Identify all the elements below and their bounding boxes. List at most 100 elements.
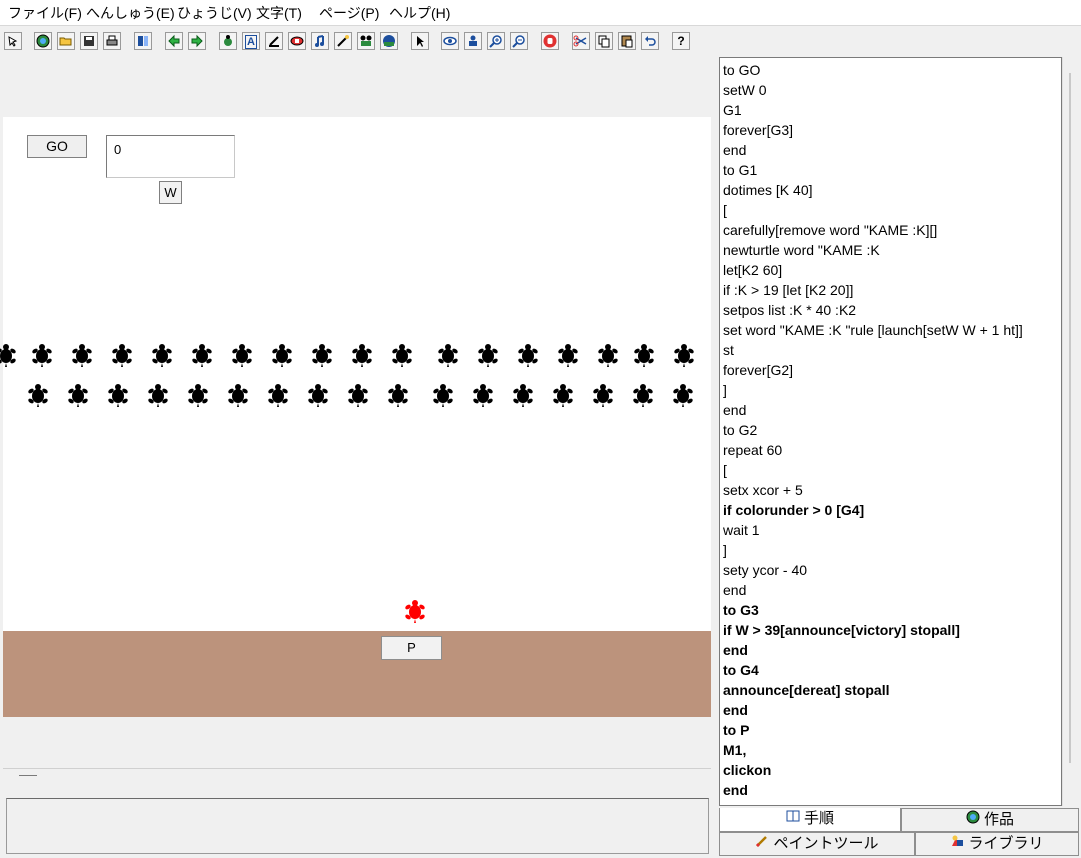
magic-wand-icon[interactable] bbox=[334, 32, 352, 50]
enemy-turtle[interactable] bbox=[632, 342, 656, 373]
enemy-turtle[interactable] bbox=[672, 342, 696, 373]
enemy-turtle[interactable] bbox=[511, 382, 535, 413]
procedures-scrollbar[interactable] bbox=[1062, 57, 1080, 806]
procedure-line[interactable]: [ bbox=[723, 202, 727, 218]
enemy-turtle[interactable] bbox=[110, 342, 134, 373]
print-icon[interactable] bbox=[103, 32, 121, 50]
enemy-turtle[interactable] bbox=[591, 382, 615, 413]
enemy-turtle[interactable] bbox=[386, 382, 410, 413]
procedure-line[interactable]: to GO bbox=[723, 62, 760, 78]
procedure-line[interactable]: forever[G2] bbox=[723, 362, 793, 378]
procedure-line[interactable]: to G2 bbox=[723, 422, 757, 438]
enemy-turtle[interactable] bbox=[551, 382, 575, 413]
procedure-line[interactable]: setW 0 bbox=[723, 82, 767, 98]
procedure-line[interactable]: end bbox=[723, 142, 746, 158]
pointer-small-icon[interactable] bbox=[4, 32, 22, 50]
procedure-line[interactable]: dotimes [K 40] bbox=[723, 182, 813, 198]
enemy-turtle[interactable] bbox=[186, 382, 210, 413]
eye-icon[interactable] bbox=[441, 32, 459, 50]
menu-help[interactable]: ヘルプ(H) bbox=[389, 5, 450, 21]
w-variable-button[interactable]: W bbox=[159, 181, 182, 204]
enemy-turtle[interactable] bbox=[476, 342, 500, 373]
procedure-line[interactable]: to G3 bbox=[723, 602, 759, 618]
procedure-line[interactable]: clickon bbox=[723, 762, 771, 778]
menu-text[interactable]: 文字(T) bbox=[256, 5, 302, 21]
enemy-turtle[interactable] bbox=[0, 342, 18, 373]
copy-icon[interactable] bbox=[595, 32, 613, 50]
procedure-line[interactable]: end bbox=[723, 582, 746, 598]
enemy-turtle[interactable] bbox=[230, 342, 254, 373]
procedure-line[interactable]: newturtle word "KAME :K bbox=[723, 242, 880, 258]
procedure-line[interactable]: ] bbox=[723, 382, 727, 398]
player-turtle[interactable] bbox=[403, 598, 427, 629]
procedure-line[interactable]: to P bbox=[723, 722, 749, 738]
enemy-turtle[interactable] bbox=[306, 382, 330, 413]
p-button[interactable]: P bbox=[381, 636, 442, 660]
procedures-pane[interactable]: to GO setW 0 G1 forever[G3] end to G1 dotimes … bbox=[719, 57, 1062, 806]
movie-icon[interactable] bbox=[357, 32, 375, 50]
procedure-line[interactable]: repeat 60 bbox=[723, 442, 782, 458]
procedure-line[interactable]: end bbox=[723, 782, 748, 798]
enemy-turtle[interactable] bbox=[556, 342, 580, 373]
stamp-icon[interactable] bbox=[464, 32, 482, 50]
menu-edit[interactable]: へんしゅう(E) bbox=[86, 5, 175, 21]
scrollbar-thumb[interactable] bbox=[1069, 73, 1071, 763]
menu-file[interactable]: ファイル(F) bbox=[8, 5, 82, 21]
tab-library[interactable]: ライブラリ bbox=[915, 832, 1079, 856]
procedure-line[interactable]: end bbox=[723, 702, 748, 718]
enemy-turtle[interactable] bbox=[146, 382, 170, 413]
procedure-line[interactable]: G1 bbox=[723, 102, 742, 118]
menu-page[interactable]: ページ(P) bbox=[319, 5, 379, 21]
enemy-turtle[interactable] bbox=[226, 382, 250, 413]
procedure-line[interactable]: announce[dereat] stopall bbox=[723, 682, 889, 698]
procedure-line[interactable]: if colorunder > 0 [G4] bbox=[723, 502, 864, 518]
enemy-turtle[interactable] bbox=[346, 382, 370, 413]
procedure-line[interactable]: M1, bbox=[723, 742, 746, 758]
procedure-line[interactable]: setx xcor + 5 bbox=[723, 482, 803, 498]
procedure-line[interactable]: wait 1 bbox=[723, 522, 760, 538]
procedure-line[interactable]: [ bbox=[723, 462, 727, 478]
procedure-line[interactable]: carefully[remove word "KAME :K][] bbox=[723, 222, 937, 238]
command-center[interactable] bbox=[6, 798, 709, 854]
procedure-line[interactable]: if W > 39[announce[victory] stopall] bbox=[723, 622, 960, 638]
project-canvas[interactable] bbox=[3, 117, 711, 631]
enemy-turtle[interactable] bbox=[631, 382, 655, 413]
paste-icon[interactable] bbox=[618, 32, 636, 50]
procedure-line[interactable]: to G4 bbox=[723, 662, 759, 678]
go-button[interactable]: GO bbox=[27, 135, 87, 158]
enemy-turtle[interactable] bbox=[516, 342, 540, 373]
menu-view[interactable]: ひょうじ(V) bbox=[177, 5, 252, 21]
enemy-turtle[interactable] bbox=[270, 342, 294, 373]
enemy-turtle[interactable] bbox=[26, 382, 50, 413]
arrow-right-icon[interactable] bbox=[188, 32, 206, 50]
open-folder-icon[interactable] bbox=[57, 32, 75, 50]
procedure-line[interactable]: if :K > 19 [let [K2 20]] bbox=[723, 282, 853, 298]
stop-hand-icon[interactable] bbox=[541, 32, 559, 50]
enemy-turtle[interactable] bbox=[671, 382, 695, 413]
page-list-icon[interactable] bbox=[134, 32, 152, 50]
procedure-line[interactable]: setpos list :K * 40 :K2 bbox=[723, 302, 856, 318]
enemy-turtle[interactable] bbox=[310, 342, 334, 373]
procedure-line[interactable]: st bbox=[723, 342, 734, 358]
tab-paint-tools[interactable]: ペイントツール bbox=[719, 832, 915, 856]
procedure-line[interactable]: let[K2 60] bbox=[723, 262, 782, 278]
enemy-turtle[interactable] bbox=[266, 382, 290, 413]
globe-icon[interactable] bbox=[34, 32, 52, 50]
enemy-turtle[interactable] bbox=[66, 382, 90, 413]
paint-pen-icon[interactable] bbox=[265, 32, 283, 50]
procedure-line[interactable]: end bbox=[723, 642, 748, 658]
procedure-line[interactable]: sety ycor - 40 bbox=[723, 562, 807, 578]
undo-icon[interactable] bbox=[641, 32, 659, 50]
music-note-icon[interactable] bbox=[311, 32, 329, 50]
zoom-in-icon[interactable] bbox=[487, 32, 505, 50]
enemy-turtle[interactable] bbox=[596, 342, 620, 373]
turtle-hatch-icon[interactable] bbox=[219, 32, 237, 50]
zoom-out-icon[interactable] bbox=[510, 32, 528, 50]
enemy-turtle[interactable] bbox=[471, 382, 495, 413]
tab-works[interactable]: 作品 bbox=[901, 808, 1079, 832]
pointer-icon[interactable] bbox=[411, 32, 429, 50]
enemy-turtle[interactable] bbox=[350, 342, 374, 373]
enemy-turtle[interactable] bbox=[30, 342, 54, 373]
save-disk-icon[interactable] bbox=[80, 32, 98, 50]
procedure-line[interactable]: to G1 bbox=[723, 162, 757, 178]
